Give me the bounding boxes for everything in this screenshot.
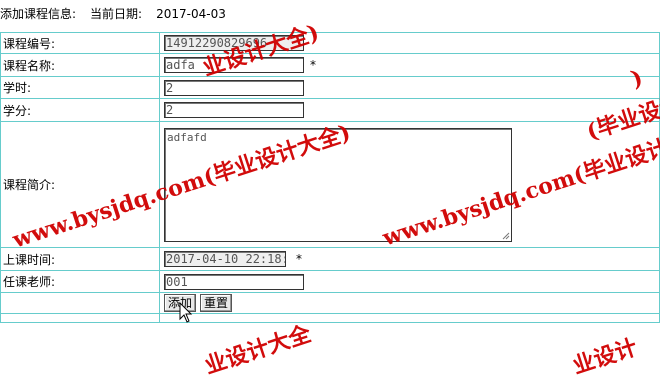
teacher-label: 任课老师: [0, 270, 160, 293]
course-id-cell: 14912290829696 [159, 32, 660, 54]
spacer-cell-left [0, 313, 160, 323]
spacer-cell-right [159, 313, 660, 323]
form-row-course-name: 课程名称: adfa * [0, 53, 660, 77]
intro-text: adfafd [167, 130, 207, 144]
hours-input[interactable]: 2 [164, 79, 304, 96]
form-row-spacer [0, 313, 660, 323]
teacher-input[interactable]: 001 [164, 273, 304, 290]
page-title: 添加课程信息: [0, 7, 77, 21]
watermark-text: 业设计大全 [201, 320, 315, 380]
mouse-cursor-icon [179, 302, 193, 323]
credits-label: 学分: [0, 98, 160, 122]
form-row-intro: 课程简介: adfafd [0, 121, 660, 248]
form-row-course-id: 课程编号: 14912290829696 [0, 32, 660, 54]
form-row-actions: 添加 重置 [0, 292, 660, 314]
current-date-value: 2017-04-03 [156, 7, 226, 21]
intro-cell: adfafd [159, 121, 660, 248]
teacher-cell: 001 [159, 270, 660, 293]
course-id-label: 课程编号: [0, 32, 160, 54]
resize-grip-icon[interactable] [502, 232, 510, 240]
class-time-input[interactable]: 2017-04-10 22:18:07 [164, 251, 286, 267]
credits-cell: 2 [159, 98, 660, 122]
actions-label-cell [0, 292, 160, 314]
current-date-label: 当前日期: [90, 7, 143, 21]
form-row-teacher: 任课老师: 001 [0, 270, 660, 293]
watermark-text: 业设计 [569, 334, 641, 380]
course-name-input[interactable]: adfa [164, 57, 304, 73]
class-time-cell: 2017-04-10 22:18:07 * [159, 247, 660, 271]
intro-textarea[interactable]: adfafd [164, 127, 512, 242]
form-row-credits: 学分: 2 [0, 98, 660, 122]
page-header: 添加课程信息: 当前日期: 2017-04-03 [0, 6, 226, 22]
form-row-class-time: 上课时间: 2017-04-10 22:18:07 * [0, 247, 660, 271]
required-marker: * [310, 57, 316, 72]
reset-button[interactable]: 重置 [200, 294, 233, 312]
course-form-table: 课程编号: 14912290829696 课程名称: adfa * 学时: 2 学… [0, 32, 660, 323]
course-name-label: 课程名称: [0, 53, 160, 77]
actions-cell: 添加 重置 [159, 292, 660, 314]
class-time-label: 上课时间: [0, 247, 160, 271]
form-row-hours: 学时: 2 [0, 76, 660, 99]
course-name-cell: adfa * [159, 53, 660, 77]
hours-label: 学时: [0, 76, 160, 99]
required-marker: * [296, 251, 302, 266]
intro-label: 课程简介: [0, 121, 160, 248]
credits-input[interactable]: 2 [164, 102, 304, 118]
course-id-input[interactable]: 14912290829696 [164, 35, 304, 51]
hours-cell: 2 [159, 76, 660, 99]
